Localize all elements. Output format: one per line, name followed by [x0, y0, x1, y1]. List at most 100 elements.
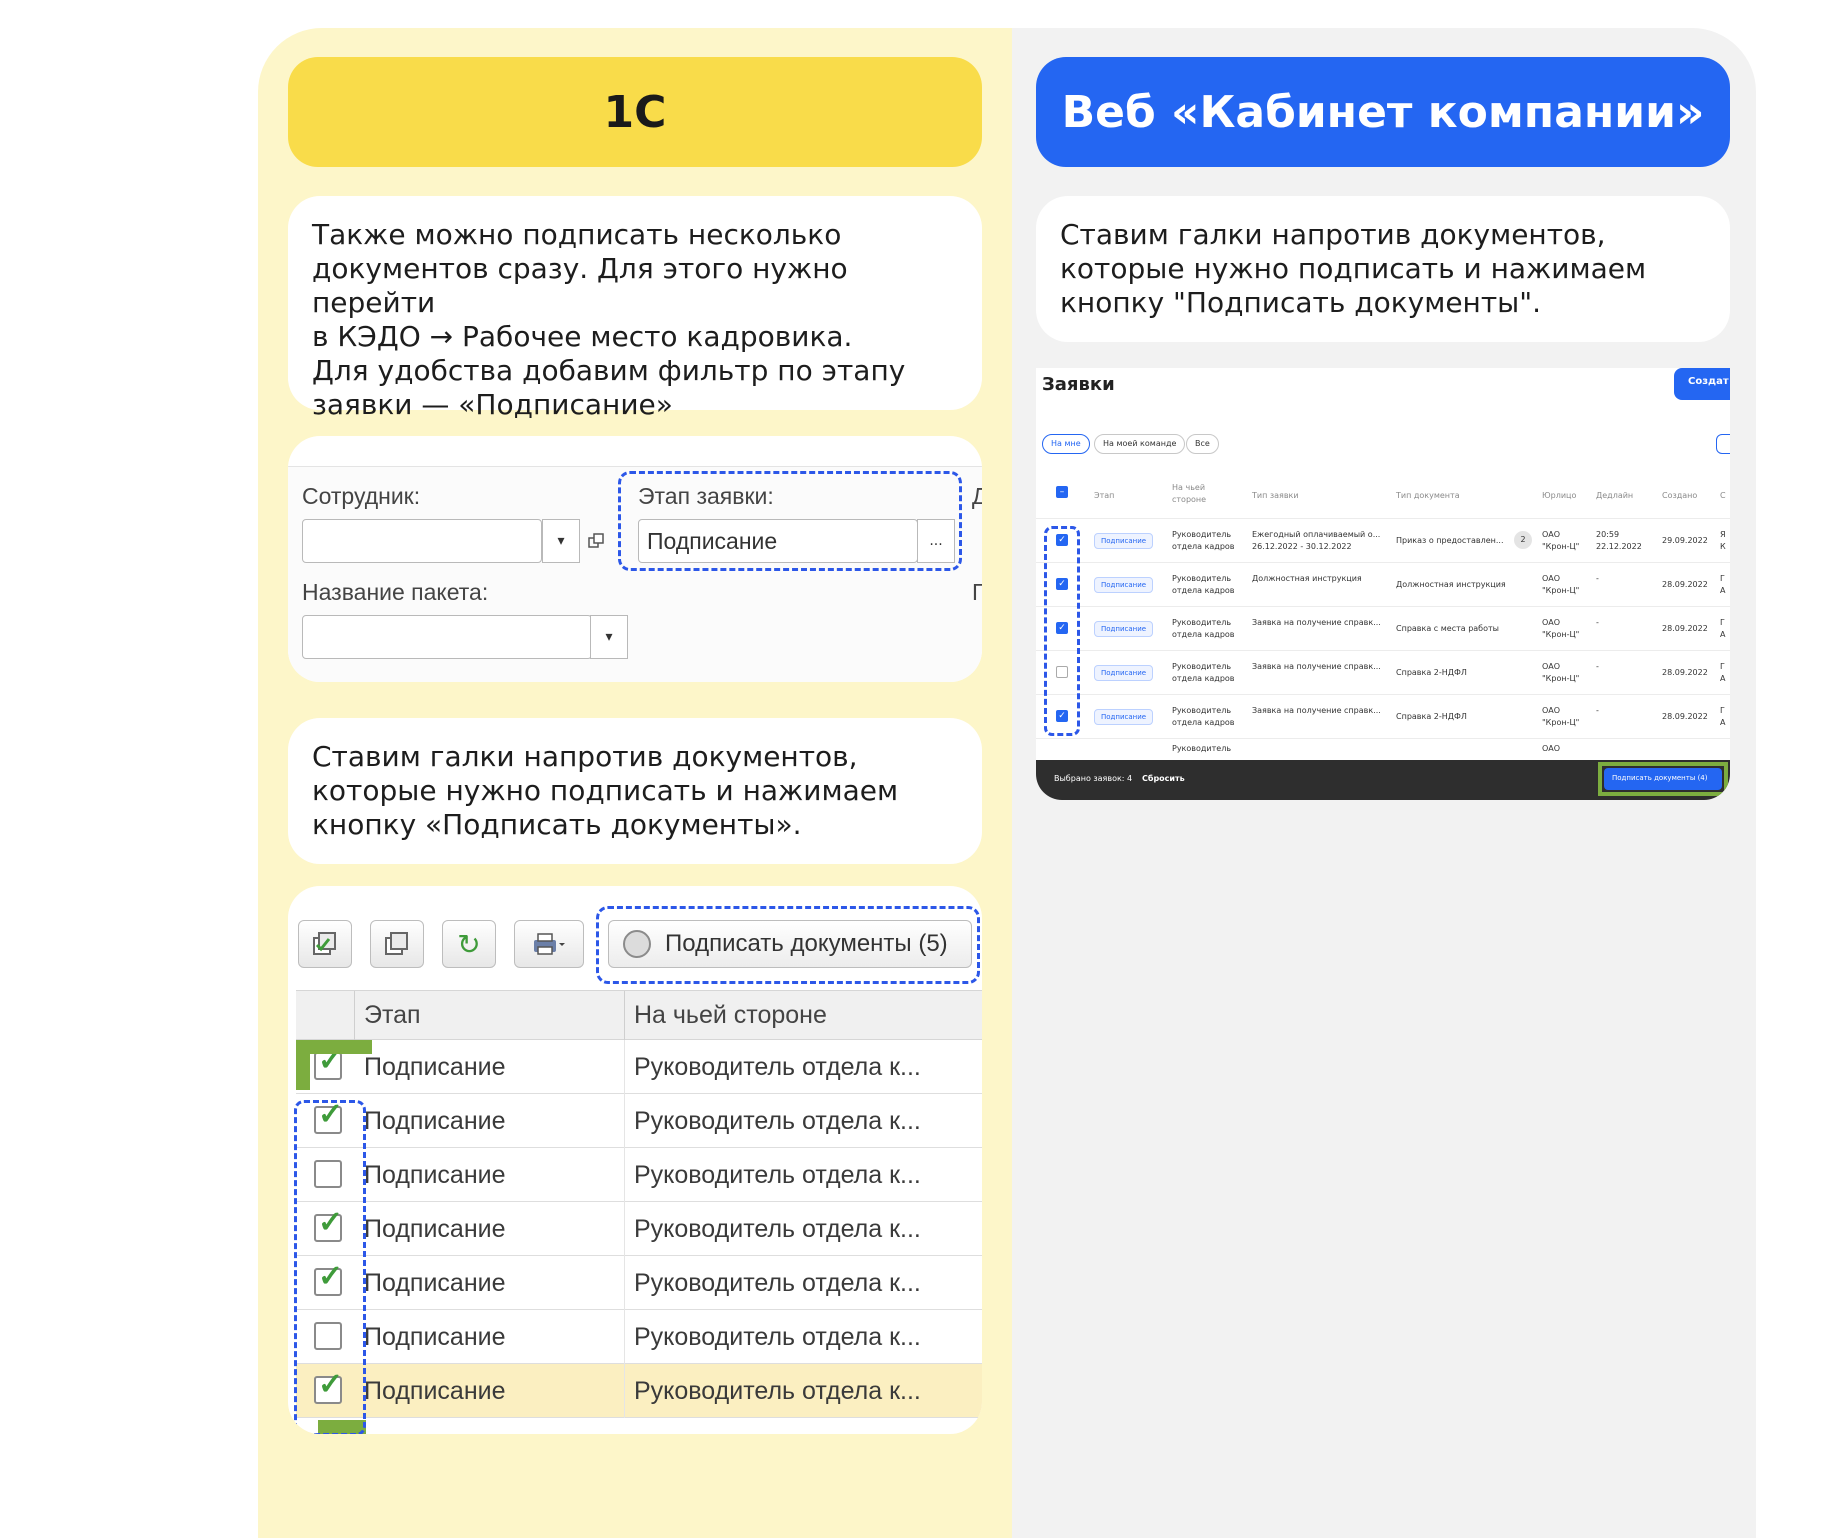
row-checkbox[interactable]: ✓	[314, 1046, 343, 1080]
web-row-entity: ОАО "Крон-Ц"	[1542, 662, 1580, 683]
row-stage: Подписание	[364, 1107, 506, 1135]
web-create-button[interactable]: Создат	[1674, 368, 1730, 400]
web-row-extra: Я К	[1720, 530, 1726, 551]
open-window-icon[interactable]	[580, 519, 612, 563]
column-divider	[624, 1364, 625, 1418]
row-side: Руководитель отдела к...	[634, 1161, 921, 1189]
filter-chip-all[interactable]: Все	[1186, 434, 1219, 454]
edge-label-bottom: Г	[972, 579, 982, 605]
filter-form: Сотрудник: ▾ Этап заявки: Подписание ...…	[288, 466, 982, 682]
web-row-deadline: -	[1596, 574, 1599, 583]
row-stage: Подписание	[364, 1053, 506, 1081]
step-text-card-1c: Ставим галки напротив документов, которы…	[288, 718, 982, 864]
row-side: Руководитель отдела к...	[634, 1377, 921, 1405]
web-stage-tag: Подписание	[1094, 665, 1154, 681]
web-row-request: Заявка на получение справк...	[1252, 662, 1381, 671]
web-table-row[interactable]: Подписание Руководитель отдела кадров Заяв…	[1036, 650, 1730, 694]
row-stage: Подписание	[364, 1269, 506, 1297]
package-label: Название пакета:	[302, 579, 489, 605]
web-row-extra: Г А	[1720, 706, 1726, 727]
web-col-side: На чьей стороне	[1172, 483, 1207, 504]
web-row-request: Ежегодный оплачиваемый о... 26.12.2022 -…	[1252, 530, 1381, 551]
web-col-stage: Этап	[1094, 491, 1115, 500]
green-marker-left	[296, 1040, 310, 1090]
table-row[interactable]: ✓ Подписание Руководитель отдела к...	[296, 1040, 982, 1094]
web-filter-dropdown[interactable]	[1716, 434, 1730, 454]
refresh-button[interactable]: ↻	[442, 920, 496, 968]
row-side: Руководитель отдела к...	[634, 1215, 921, 1243]
row-side: Руководитель отдела к...	[634, 1269, 921, 1297]
stage-select-button[interactable]: ...	[917, 519, 955, 563]
sign-documents-button[interactable]: Подписать документы (5)	[608, 920, 972, 968]
web-table-row[interactable]: ✓ Подписание Руководитель отдела кадров Еже…	[1036, 518, 1730, 562]
web-row-entity: ОАО "Крон-Ц"	[1542, 574, 1580, 595]
web-row-deadline: 20:59 22.12.2022	[1596, 530, 1642, 551]
refresh-icon: ↻	[457, 927, 481, 961]
column-divider	[624, 991, 625, 1041]
column-divider	[624, 1202, 625, 1256]
web-row-side: Руководитель отдела кадров	[1172, 662, 1235, 683]
filter-chip-mine[interactable]: На мне	[1042, 434, 1090, 454]
web-row-extra: Г А	[1720, 574, 1726, 595]
table-row[interactable]: Подписание Руководитель отдела к...	[296, 1148, 982, 1202]
web-row-request: Должностная инструкция	[1252, 574, 1362, 583]
table-row[interactable]: ✓ Подписание Руководитель отдела к...	[296, 1364, 982, 1418]
column-divider	[624, 1256, 625, 1310]
column-side[interactable]: На чьей стороне	[634, 1001, 827, 1030]
sign-documents-label: Подписать документы (5)	[665, 930, 948, 957]
employee-label: Сотрудник:	[302, 483, 421, 509]
chevron-down-icon: ▾	[557, 533, 565, 549]
web-table-row[interactable]: ✓ Подписание Руководитель отдела кадров Зая…	[1036, 606, 1730, 650]
uncheck-all-button[interactable]	[370, 920, 424, 968]
column-divider	[624, 1148, 625, 1202]
web-table-row[interactable]: ✓ Подписание Руководитель отдела кадров Дол…	[1036, 562, 1730, 606]
web-table-row[interactable]: ✓ Подписание Руководитель отдела кадров Зая…	[1036, 694, 1730, 738]
web-table-row-partial: Руководитель ОАО	[1036, 738, 1730, 760]
row-stage: Подписание	[364, 1215, 506, 1243]
column-divider	[624, 1094, 625, 1148]
web-row-created: 29.09.2022	[1662, 536, 1708, 545]
web-partial-entity: ОАО	[1542, 744, 1561, 753]
table-row[interactable]: ✓ Подписание Руководитель отдела к...	[296, 1256, 982, 1310]
web-row-created: 28.09.2022	[1662, 624, 1708, 633]
web-row-doc: Справка 2-НДФЛ	[1396, 668, 1467, 677]
web-row-side: Руководитель отдела кадров	[1172, 574, 1235, 595]
row-side: Руководитель отдела к...	[634, 1323, 921, 1351]
copy-icon	[385, 932, 408, 955]
web-stage-tag: Подписание	[1094, 533, 1154, 549]
web-col-request-type: Тип заявки	[1252, 491, 1299, 500]
package-field[interactable]	[302, 615, 592, 659]
employee-field[interactable]	[302, 519, 542, 563]
stage-field[interactable]: Подписание	[638, 519, 918, 563]
table-row[interactable]: Подписание Руководитель отдела к...	[296, 1310, 982, 1364]
web-col-created: Создано	[1662, 491, 1698, 500]
web-row-doc: Справка 2-НДФЛ	[1396, 712, 1467, 721]
web-row-entity: ОАО "Крон-Ц"	[1542, 618, 1580, 639]
column-stage[interactable]: Этап	[364, 1001, 421, 1030]
table-row[interactable]: ✓ Подписание Руководитель отдела к...	[296, 1094, 982, 1148]
web-row-doc: Приказ о предоставлен...	[1396, 536, 1504, 545]
web-sign-documents-button[interactable]: Подписать документы (4)	[1604, 768, 1722, 790]
web-stage-tag: Подписание	[1094, 621, 1154, 637]
table-row[interactable]: ✓ Подписание Руководитель отдела к...	[296, 1202, 982, 1256]
row-stage: Подписание	[364, 1377, 506, 1405]
web-footer-bar: Выбрано заявок: 4 Сбросить Подписать док…	[1036, 760, 1730, 800]
web-reset-link[interactable]: Сбросить	[1142, 774, 1185, 783]
package-dropdown-button[interactable]: ▾	[590, 615, 628, 659]
web-row-extra: Г А	[1720, 618, 1726, 639]
web-row-side: Руководитель отдела кадров	[1172, 530, 1235, 551]
employee-dropdown-button[interactable]: ▾	[542, 519, 580, 563]
web-col-entity: Юрлицо	[1542, 491, 1577, 500]
web-row-doc: Справка с места работы	[1396, 624, 1499, 633]
print-button[interactable]	[514, 920, 584, 968]
column-divider	[624, 1040, 625, 1094]
filter-panel-1c: Сотрудник: ▾ Этап заявки: Подписание ...…	[288, 436, 982, 682]
filter-chip-team[interactable]: На моей команде	[1094, 434, 1186, 454]
intro-text-card: Также можно подписать несколько документ…	[288, 196, 982, 421]
web-row-created: 28.09.2022	[1662, 580, 1708, 589]
check-all-button[interactable]	[298, 920, 352, 968]
web-row-side: Руководитель отдела кадров	[1172, 618, 1235, 639]
comparison-slide: 1С Веб «Кабинет компании» Также можно по…	[0, 0, 1828, 1538]
web-select-all-checkbox[interactable]: –	[1056, 486, 1068, 498]
web-stage-tag: Подписание	[1094, 709, 1154, 725]
